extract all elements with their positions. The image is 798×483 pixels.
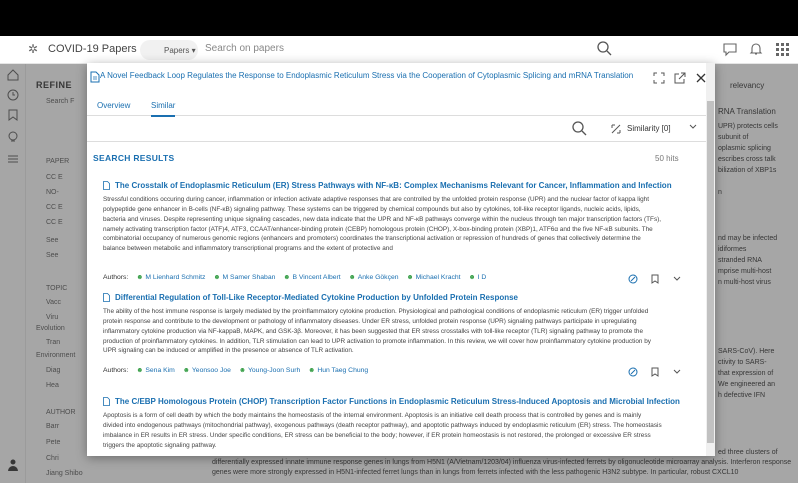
result-authors: Authors: ☻ Sena Kim ☻ Yeonsoo Joe ☻ Young-J…: [103, 367, 374, 374]
bookmark-icon[interactable]: [650, 367, 660, 377]
virus-logo-icon: ✲: [28, 42, 39, 56]
document-icon: [103, 397, 110, 406]
author-link[interactable]: Michael Kracht: [416, 274, 461, 281]
author-link[interactable]: M Lienhard Schmitz: [145, 274, 205, 281]
similarity-sort-button[interactable]: Similarity [0]: [627, 124, 671, 133]
tab-similar[interactable]: Similar: [151, 101, 176, 117]
result-abstract: Stressful conditions occuring during can…: [103, 196, 662, 253]
result-title[interactable]: The Crosstalk of Endoplasmic Reticulum (…: [115, 181, 672, 190]
dialog-title[interactable]: A Novel Feedback Loop Regulates the Resp…: [100, 71, 633, 80]
result-item: Differential Regulation of Toll-Like Rec…: [103, 293, 683, 383]
person-icon: ☻: [136, 274, 144, 281]
results-list: The Crosstalk of Endoplasmic Reticulum (…: [87, 169, 707, 456]
result-abstract: The ability of the host immune response …: [103, 308, 651, 355]
similar-papers-dialog: A Novel Feedback Loop Regulates the Resp…: [87, 63, 715, 456]
person-icon: ☻: [348, 274, 356, 281]
person-icon: ☻: [136, 367, 144, 374]
fullscreen-icon[interactable]: [653, 72, 665, 84]
result-item: The Crosstalk of Endoplasmic Reticulum (…: [103, 181, 683, 284]
similar-icon[interactable]: [628, 274, 638, 284]
similarity-icon: [611, 124, 621, 134]
tab-overview[interactable]: Overview: [97, 101, 130, 110]
author-link[interactable]: Anke Gökçen: [358, 274, 399, 281]
author-link[interactable]: Sena Kim: [145, 367, 174, 374]
document-icon: [103, 181, 110, 190]
apps-icon[interactable]: [774, 41, 790, 57]
result-item: The C/EBP Homologous Protein (CHOP) Tran…: [103, 397, 683, 456]
dialog-tabs: Overview Similar: [87, 96, 715, 117]
search-icon[interactable]: [596, 40, 612, 56]
dialog-header: A Novel Feedback Loop Regulates the Resp…: [87, 63, 715, 91]
authors-label: Authors:: [103, 367, 129, 374]
papers-select[interactable]: Papers ▾: [140, 40, 198, 60]
papers-select-label: Papers: [164, 46, 190, 55]
top-bar-black: [0, 0, 798, 36]
app-bar: ✲ COVID-19 Papers Papers ▾ Search on pap…: [0, 36, 798, 64]
result-authors: Authors: ☻ M Lienhard Schmitz ☻ M Samer Sh…: [103, 274, 492, 281]
author-link[interactable]: I D: [478, 274, 487, 281]
author-link[interactable]: M Samer Shaban: [222, 274, 275, 281]
hits-count: 50 hits: [655, 154, 679, 163]
authors-label: Authors:: [103, 274, 129, 281]
chevron-down-icon[interactable]: [689, 123, 697, 131]
scrollbar-thumb[interactable]: [707, 101, 714, 443]
chat-icon[interactable]: [722, 41, 738, 57]
bookmark-icon[interactable]: [650, 274, 660, 284]
person-icon: ☻: [308, 367, 316, 374]
similar-search-row: Similarity [0]: [87, 116, 715, 142]
document-icon: [103, 293, 110, 302]
author-link[interactable]: B Vincent Albert: [292, 274, 340, 281]
person-icon: ☻: [213, 274, 221, 281]
result-title[interactable]: Differential Regulation of Toll-Like Rec…: [115, 293, 518, 302]
app-name: COVID-19 Papers: [48, 43, 137, 55]
person-icon: ☻: [406, 274, 414, 281]
similar-icon[interactable]: [628, 367, 638, 377]
result-title[interactable]: The C/EBP Homologous Protein (CHOP) Tran…: [115, 397, 680, 406]
document-icon: [90, 71, 100, 83]
search-input[interactable]: Search on papers: [205, 43, 284, 54]
scrollbar[interactable]: [706, 63, 715, 456]
bell-icon[interactable]: [748, 41, 764, 57]
open-external-icon[interactable]: [674, 72, 686, 84]
result-abstract: Apoptosis is a form of cell death by whi…: [103, 412, 662, 449]
chevron-down-icon[interactable]: [672, 367, 682, 377]
person-icon: ☻: [283, 274, 291, 281]
person-icon: ☻: [468, 274, 476, 281]
search-results-heading: SEARCH RESULTS: [93, 153, 175, 163]
author-link[interactable]: Hun Taeg Chung: [317, 367, 368, 374]
search-icon[interactable]: [571, 120, 587, 136]
chevron-down-icon[interactable]: [672, 274, 682, 284]
person-icon: ☻: [182, 367, 190, 374]
person-icon: ☻: [238, 367, 246, 374]
author-link[interactable]: Yeonsoo Joe: [192, 367, 231, 374]
author-link[interactable]: Young-Joon Surh: [248, 367, 300, 374]
